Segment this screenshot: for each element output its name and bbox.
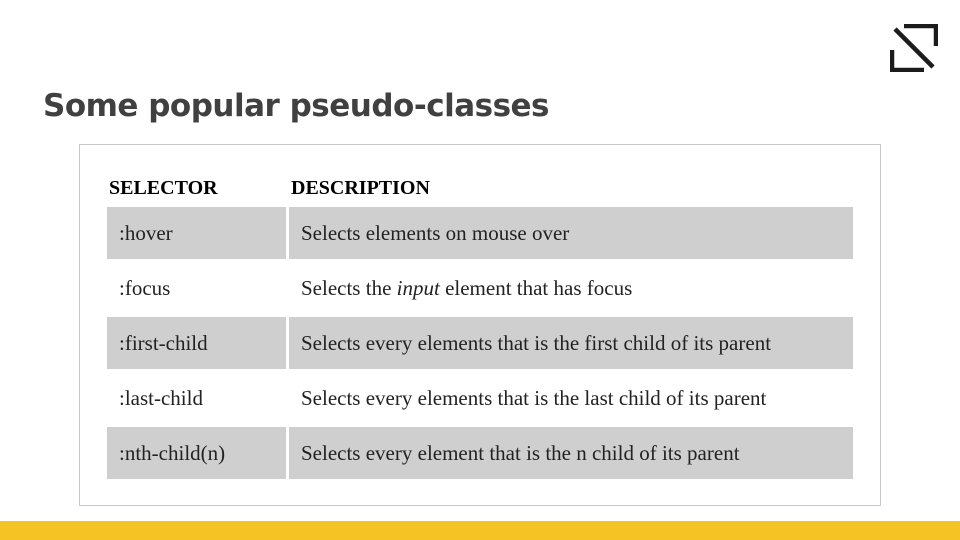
table-row: :nth-child(n) Selects every element that… [107, 427, 853, 479]
description-cell: Selects every element that is the n chil… [289, 427, 853, 479]
table-row: :last-child Selects every elements that … [107, 372, 853, 424]
description-text: Selects every elements that is the last … [301, 386, 767, 410]
description-cell: Selects elements on mouse over [289, 207, 853, 259]
description-cell: Selects every elements that is the first… [289, 317, 853, 369]
selector-cell: :hover [107, 207, 286, 259]
n-slash-logo-icon [890, 24, 938, 72]
pseudo-class-table: SELECTOR DESCRIPTION :hover Selects elem… [79, 144, 881, 506]
description-text: Selects every element that is the n chil… [301, 441, 740, 465]
table-row: :focus Selects the input element that ha… [107, 262, 853, 314]
selector-cell: :first-child [107, 317, 286, 369]
header-description: DESCRIPTION [291, 177, 430, 199]
description-text: Selects every elements that is the first… [301, 331, 772, 355]
selector-cell: :nth-child(n) [107, 427, 286, 479]
table-row: :first-child Selects every elements that… [107, 317, 853, 369]
description-cell: Selects every elements that is the last … [289, 372, 853, 424]
description-cell: Selects the input element that has focus [289, 262, 853, 314]
description-text: Selects elements on mouse over [301, 221, 570, 245]
table-header-row: SELECTOR DESCRIPTION [109, 177, 854, 205]
selector-cell: :last-child [119, 386, 203, 410]
description-emphasis: input [396, 276, 440, 300]
table-row: :hover Selects elements on mouse over [107, 207, 853, 259]
accent-bar [0, 521, 960, 540]
header-selector: SELECTOR [109, 177, 218, 199]
description-text: Selects the [301, 276, 397, 300]
selector-cell: :focus [119, 276, 171, 300]
slide-title: Some popular pseudo-classes [43, 88, 550, 124]
description-text-after: element that has focus [439, 276, 633, 300]
